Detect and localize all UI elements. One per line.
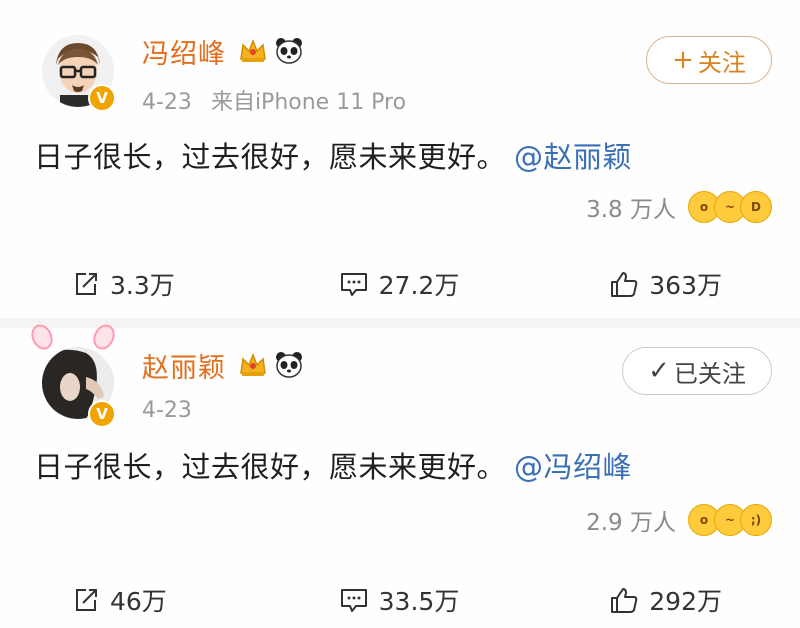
action-bar: 3.3万 27.2万 363万	[0, 266, 800, 302]
repost-count: 3.3万	[110, 271, 175, 300]
reaction-summary[interactable]: 2.9 万人 o ~ ;)	[586, 503, 772, 537]
comment-button[interactable]: 33.5万	[266, 582, 532, 618]
action-bar: 46万 33.5万 292万	[0, 582, 800, 618]
post-meta: 4-23	[142, 398, 192, 423]
like-count: 363万	[649, 271, 722, 300]
reaction-count: 2.9 万人	[586, 510, 676, 536]
reaction-emojis: o ~ ;)	[688, 504, 772, 536]
user-badges	[238, 37, 304, 65]
follow-button-label: 已关注	[673, 359, 746, 388]
comment-button[interactable]: 27.2万	[266, 266, 532, 302]
post-source: 来自iPhone 11 Pro	[210, 90, 407, 115]
like-button[interactable]: 363万	[532, 266, 798, 302]
like-button[interactable]: 292万	[532, 582, 798, 618]
weibo-post: V 赵丽颖 4-23 ✓ 已关注 日子很长，过去很好，愿未来更好。 @冯绍峰 2.…	[0, 318, 800, 628]
post-date: 4-23	[142, 90, 192, 115]
reaction-emojis: o ~ D	[688, 191, 772, 223]
panda-badge-icon	[276, 38, 302, 64]
post-date: 4-23	[142, 398, 192, 423]
repost-button[interactable]: 3.3万	[0, 266, 266, 302]
thumbs-up-icon	[611, 272, 638, 297]
post-body: 日子很长，过去很好，愿未来更好。	[34, 140, 507, 174]
repost-icon	[76, 589, 97, 611]
bunny-ear-decoration	[27, 320, 57, 354]
comment-icon	[340, 273, 367, 296]
repost-count: 46万	[110, 587, 167, 616]
comment-icon	[340, 589, 367, 612]
post-text: 日子很长，过去很好，愿未来更好。 @赵丽颖	[34, 134, 632, 176]
panda-badge-icon	[276, 352, 302, 378]
user-badges	[238, 351, 304, 379]
mention-link[interactable]: @赵丽颖	[514, 140, 632, 174]
reaction-count: 3.8 万人	[586, 197, 676, 223]
user-name[interactable]: 赵丽颖	[142, 346, 226, 385]
follow-button[interactable]: + 关注	[646, 36, 772, 84]
comment-count: 27.2万	[378, 271, 460, 300]
thumbs-up-icon	[611, 588, 638, 613]
wink-emoji-icon: ;)	[740, 504, 772, 536]
following-button[interactable]: ✓ 已关注	[622, 347, 772, 395]
verified-badge-icon: V	[88, 84, 116, 112]
repost-icon	[76, 273, 97, 295]
comment-count: 33.5万	[378, 587, 460, 616]
post-text: 日子很长，过去很好，愿未来更好。 @冯绍峰	[34, 444, 632, 486]
reaction-summary[interactable]: 3.8 万人 o ~ D	[586, 190, 772, 224]
crown-badge-icon	[240, 38, 266, 62]
laugh-emoji-icon: D	[740, 191, 772, 223]
like-count: 292万	[649, 587, 722, 616]
plus-icon: +	[672, 45, 694, 75]
checkmark-icon: ✓	[648, 356, 670, 386]
verified-badge-icon: V	[88, 400, 116, 428]
weibo-post: V 冯绍峰 4-23 来自iPhone 11 Pro + 关注 日子很长，过去很…	[0, 0, 800, 318]
crown-badge-icon	[240, 352, 266, 376]
follow-button-label: 关注	[697, 48, 746, 77]
post-body: 日子很长，过去很好，愿未来更好。	[34, 450, 507, 484]
repost-button[interactable]: 46万	[0, 582, 266, 618]
user-name[interactable]: 冯绍峰	[142, 32, 226, 71]
mention-link[interactable]: @冯绍峰	[514, 450, 632, 484]
bunny-ear-decoration	[89, 320, 119, 354]
post-meta: 4-23 来自iPhone 11 Pro	[142, 84, 406, 116]
